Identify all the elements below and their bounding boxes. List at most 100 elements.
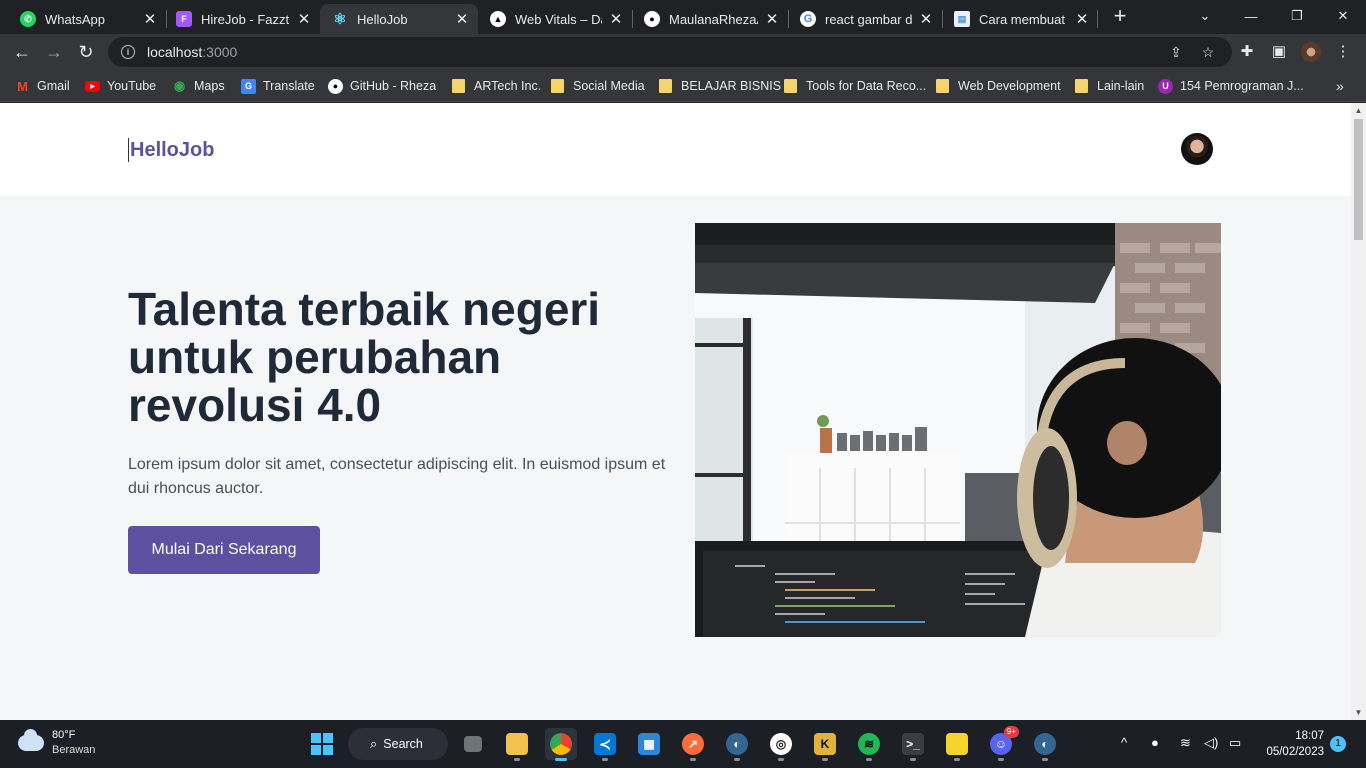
- task-view-icon: [464, 736, 482, 752]
- counter-strike-button[interactable]: K: [809, 728, 841, 761]
- chrome-button[interactable]: [545, 728, 577, 761]
- folder-icon: [1075, 79, 1088, 93]
- sticky-notes-button[interactable]: [941, 728, 973, 761]
- tab-react-gambar[interactable]: G react gambar dik ✕: [788, 4, 942, 34]
- address-bar[interactable]: i localhost:3000 ⇪ ☆: [108, 37, 1232, 67]
- close-icon[interactable]: ✕: [142, 10, 158, 28]
- bookmark-maps[interactable]: ◉ Maps: [172, 76, 225, 96]
- spotify-button[interactable]: ≋: [853, 728, 885, 761]
- postgres-icon: ◐: [1034, 733, 1056, 755]
- reload-button[interactable]: ↻: [72, 38, 100, 66]
- pgadmin-button-2[interactable]: ◐: [1029, 728, 1061, 761]
- app-button[interactable]: ◎: [765, 728, 797, 761]
- bookmark-star-icon[interactable]: ☆: [1200, 44, 1216, 60]
- discord-badge: 9+: [1003, 726, 1019, 738]
- bookmark-folder-artech[interactable]: ARTech Inc.: [452, 76, 541, 96]
- page-viewport: HelloJob Talenta terbaik negeri untuk pe…: [0, 103, 1351, 720]
- bookmark-label: Translate: [263, 79, 315, 93]
- bookmark-folder-social-media[interactable]: Social Media: [551, 76, 645, 96]
- close-icon[interactable]: ✕: [764, 10, 780, 28]
- more-bookmarks-icon[interactable]: »: [1336, 76, 1344, 96]
- windows-taskbar: 80°F Berawan ⌕ Search ≺ ▦ ↗ ◐ ◎ K ≋ >_ ☺…: [0, 720, 1366, 768]
- folder-icon: [659, 79, 672, 93]
- bookmark-folder-web-development[interactable]: Web Development: [936, 76, 1061, 96]
- react-icon: ⚛: [333, 11, 347, 28]
- restore-button[interactable]: ❐: [1274, 2, 1320, 30]
- user-avatar[interactable]: [1181, 133, 1213, 165]
- bookmark-label: GitHub - Rheza: [350, 79, 437, 93]
- taskbar-search[interactable]: ⌕ Search: [348, 728, 448, 760]
- minimize-button[interactable]: —: [1228, 2, 1274, 30]
- scroll-down-icon[interactable]: ▼: [1351, 705, 1366, 720]
- get-started-button[interactable]: Mulai Dari Sekarang: [128, 526, 320, 574]
- task-view-button[interactable]: [457, 728, 489, 760]
- figma-icon: F: [176, 11, 192, 27]
- weather-widget[interactable]: 80°F Berawan: [18, 728, 95, 758]
- tab-cara-membuat[interactable]: ▤ Cara membuat lir ✕: [942, 4, 1098, 34]
- system-clock[interactable]: 18:07 05/02/2023: [1258, 728, 1324, 760]
- extensions-icon[interactable]: ✚: [1237, 42, 1257, 62]
- volume-icon[interactable]: ◁): [1204, 735, 1218, 751]
- forward-button[interactable]: →: [40, 38, 68, 66]
- close-icon[interactable]: ✕: [1074, 10, 1090, 28]
- menu-icon[interactable]: ⋮: [1333, 42, 1353, 62]
- page-scrollbar[interactable]: ▲ ▼: [1351, 103, 1366, 720]
- vscode-button[interactable]: ≺: [589, 728, 621, 761]
- bookmark-label: Social Media: [573, 79, 645, 93]
- search-label: Search: [383, 737, 423, 751]
- bookmark-label: Web Development: [958, 79, 1061, 93]
- file-explorer-button[interactable]: [501, 728, 533, 761]
- bookmark-folder-belajar-bisnis[interactable]: BELAJAR BISNIS: [659, 76, 781, 96]
- new-tab-button[interactable]: +: [1108, 5, 1132, 29]
- tab-title: HelloJob: [357, 11, 408, 27]
- bookmark-folder-tools[interactable]: Tools for Data Reco...: [784, 76, 926, 96]
- bookmark-gmail[interactable]: M Gmail: [15, 76, 70, 96]
- bookmark-github[interactable]: ● GitHub - Rheza: [328, 76, 436, 96]
- spotify-icon: ≋: [858, 733, 880, 755]
- tab-whatsapp[interactable]: ✆ WhatsApp ✕: [8, 4, 166, 34]
- bookmark-translate[interactable]: G Translate: [241, 76, 315, 96]
- battery-icon[interactable]: ▭: [1229, 735, 1241, 751]
- tab-search-icon[interactable]: ⌄: [1182, 2, 1228, 30]
- info-icon[interactable]: i: [121, 45, 135, 59]
- pgadmin-button[interactable]: ◐: [721, 728, 753, 761]
- tab-hellojob[interactable]: ⚛ HelloJob ✕: [320, 4, 478, 34]
- tab-title: HireJob - Fazztrac: [201, 11, 290, 27]
- ms-store-button[interactable]: ▦: [633, 728, 665, 760]
- bookmark-pemrograman[interactable]: U 154 Pemrograman J...: [1158, 76, 1304, 96]
- start-button[interactable]: [306, 728, 338, 760]
- windows-logo-icon: [311, 733, 333, 755]
- bookmark-youtube[interactable]: ▶ YouTube: [85, 76, 156, 96]
- search-icon: ⌕: [370, 736, 378, 751]
- share-icon[interactable]: ⇪: [1168, 44, 1184, 60]
- wifi-icon[interactable]: ≋: [1180, 735, 1191, 751]
- bookmark-folder-lain-lain[interactable]: Lain-lain: [1075, 76, 1144, 96]
- scroll-up-icon[interactable]: ▲: [1351, 103, 1366, 118]
- tab-title: Cara membuat lir: [979, 11, 1068, 27]
- side-panel-icon[interactable]: ▣: [1269, 42, 1289, 62]
- notification-badge[interactable]: 1: [1330, 736, 1346, 752]
- terminal-button[interactable]: >_: [897, 728, 929, 761]
- youtube-icon: ▶: [85, 80, 100, 92]
- close-icon[interactable]: ✕: [296, 10, 312, 28]
- back-button[interactable]: ←: [8, 38, 36, 66]
- tray-overflow-icon[interactable]: ^: [1121, 735, 1127, 750]
- clock-time: 18:07: [1295, 730, 1324, 742]
- postman-button[interactable]: ↗: [677, 728, 709, 761]
- translate-icon: G: [241, 78, 256, 94]
- terminal-icon: >_: [902, 733, 924, 755]
- close-icon[interactable]: ✕: [918, 10, 934, 28]
- close-icon[interactable]: ✕: [608, 10, 624, 28]
- close-window-button[interactable]: ✕: [1320, 2, 1366, 30]
- close-icon[interactable]: ✕: [454, 10, 470, 28]
- microphone-icon[interactable]: ●: [1151, 735, 1159, 750]
- tab-hirejob[interactable]: F HireJob - Fazztrac ✕: [164, 4, 320, 34]
- tab-web-vitals[interactable]: ▲ Web Vitals – Dasl ✕: [478, 4, 632, 34]
- discord-button[interactable]: ☺ 9+: [985, 726, 1019, 761]
- store-icon: ▦: [638, 733, 660, 755]
- scrollbar-thumb[interactable]: [1354, 119, 1363, 240]
- postgres-icon: ◐: [726, 733, 748, 755]
- profile-avatar[interactable]: [1301, 42, 1321, 62]
- tab-github[interactable]: ● MaulanaRhezaAr ✕: [632, 4, 788, 34]
- brand-logo[interactable]: HelloJob: [128, 138, 214, 162]
